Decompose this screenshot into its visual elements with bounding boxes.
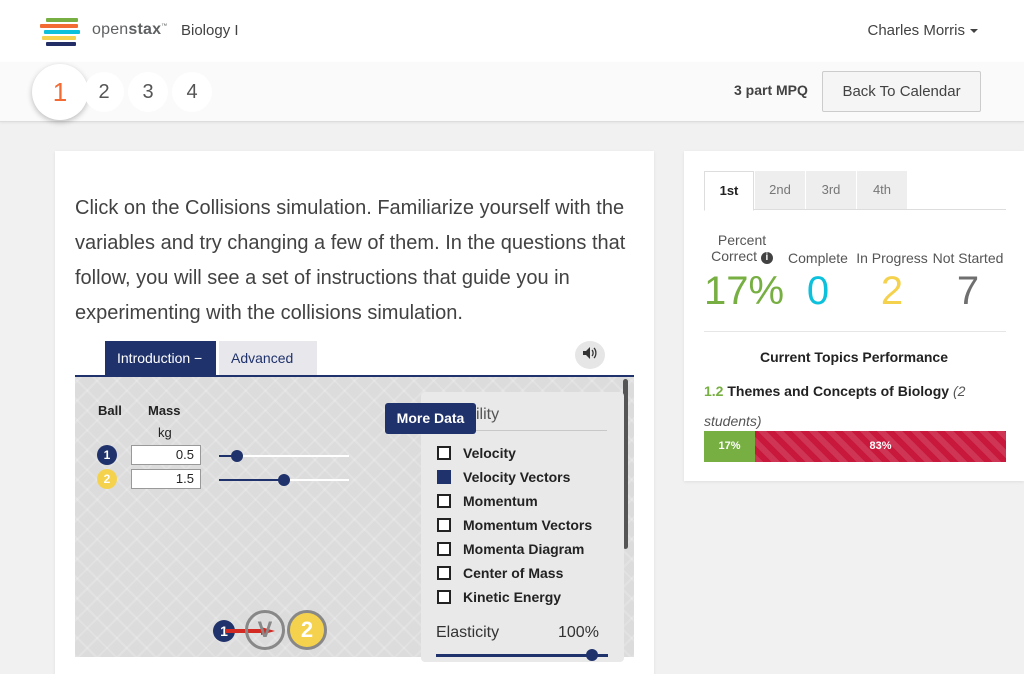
tab-period-3rd[interactable]: 3rd xyxy=(806,171,856,209)
tab-period-4th[interactable]: 4th xyxy=(857,171,907,209)
elasticity-slider[interactable] xyxy=(436,654,608,657)
ball-1-slider-knob[interactable] xyxy=(231,450,244,462)
class-stats-card: 1st 2nd 3rd 4th Percent Correct i 17% Co… xyxy=(684,151,1024,481)
stats-divider xyxy=(704,331,1006,332)
tab-advanced[interactable]: Advanced + xyxy=(219,341,317,400)
complete-label: Complete xyxy=(788,250,848,266)
info-icon[interactable]: i xyxy=(760,252,773,264)
books-logo-icon xyxy=(40,16,84,46)
checkbox-label-center-of-mass: Center of Mass xyxy=(463,565,564,581)
tab-introduction[interactable]: Introduction − xyxy=(105,341,216,375)
ball-column-header: Ball xyxy=(98,403,122,418)
checkbox-momentum[interactable] xyxy=(437,494,451,508)
ball-1-badge: 1 xyxy=(97,445,117,465)
topic-row: 1.2 Themes and Concepts of Biology (2 st… xyxy=(704,376,1004,436)
step-4-button[interactable]: 4 xyxy=(172,72,212,112)
velocity-v-badge: V xyxy=(245,610,285,650)
tab-period-2nd[interactable]: 2nd xyxy=(755,171,805,209)
not-started-label: Not Started xyxy=(932,250,1004,266)
ball-2-badge: 2 xyxy=(97,469,117,489)
simulation-canvas[interactable]: Ball Mass kg 1 0.5 2 1.5 ility Velocity V… xyxy=(75,377,634,662)
in-progress-label: In Progress xyxy=(856,250,928,266)
mass-unit-label: kg xyxy=(158,425,172,440)
elasticity-slider-knob[interactable] xyxy=(586,649,598,661)
topic-name: Themes and Concepts of Biology xyxy=(727,383,950,399)
ball-2-slider-knob[interactable] xyxy=(278,474,290,486)
step-3-button[interactable]: 3 xyxy=(128,72,168,112)
percent-correct-value: 17% xyxy=(703,269,785,313)
ball-1-mass-slider[interactable] xyxy=(219,450,349,462)
tab-period-1st[interactable]: 1st xyxy=(704,171,754,211)
elasticity-label: Elasticity xyxy=(436,624,500,641)
step-1-button[interactable]: 1 xyxy=(32,64,88,120)
percent-correct-label: Percent Correct i xyxy=(702,232,782,264)
caret-down-icon xyxy=(970,29,978,34)
speaker-icon[interactable] xyxy=(575,341,605,369)
ball-2-mass-input[interactable]: 1.5 xyxy=(131,469,201,489)
checkbox-kinetic-energy[interactable] xyxy=(437,590,451,604)
more-data-button[interactable]: More Data xyxy=(385,403,476,434)
ball-2-mass-slider[interactable] xyxy=(219,474,349,486)
complete-value: 0 xyxy=(806,269,830,313)
topic-performance-bar: 17% 83% xyxy=(704,431,1006,462)
user-menu[interactable]: Charles Morris xyxy=(867,22,978,39)
task-card: Click on the Collisions simulation. Fami… xyxy=(55,151,654,674)
openstax-logo[interactable]: openstax™ xyxy=(40,16,170,46)
mass-column-header: Mass xyxy=(148,403,181,418)
topic-number: 1.2 xyxy=(704,383,724,399)
checkbox-label-momenta-diagram: Momenta Diagram xyxy=(463,541,585,557)
panel-label: ility xyxy=(476,406,500,423)
course-title[interactable]: Biology I xyxy=(181,22,239,39)
period-tabs: 1st 2nd 3rd 4th xyxy=(704,171,1006,211)
task-subheader: 1 2 3 4 3 part MPQ Back To Calendar xyxy=(0,62,1024,122)
in-progress-value: 2 xyxy=(880,269,904,313)
user-name: Charles Morris xyxy=(867,22,965,39)
checkbox-label-momentum-vectors: Momentum Vectors xyxy=(463,517,593,533)
logo-text: openstax™ xyxy=(92,21,168,38)
checkbox-label-velocity-vectors: Velocity Vectors xyxy=(463,469,571,485)
back-to-calendar-button[interactable]: Back To Calendar xyxy=(822,71,981,112)
sim-tabs-bar: Introduction − Advanced + xyxy=(75,341,634,400)
checkbox-center-of-mass[interactable] xyxy=(437,566,451,580)
performance-incorrect-segment: 83% xyxy=(755,431,1006,462)
not-started-value: 7 xyxy=(956,269,980,313)
checkbox-velocity[interactable] xyxy=(437,446,451,460)
top-navbar: openstax™ Biology I Charles Morris xyxy=(0,0,1024,62)
elasticity-value: 100% xyxy=(558,624,599,641)
checkbox-label-momentum: Momentum xyxy=(463,493,538,509)
checkbox-momenta-diagram[interactable] xyxy=(437,542,451,556)
checkbox-momentum-vectors[interactable] xyxy=(437,518,451,532)
collisions-simulation[interactable]: Introduction − Advanced + Ball Mass kg 1… xyxy=(75,341,634,662)
ball-1-mass-input[interactable]: 0.5 xyxy=(131,445,201,465)
topics-performance-title: Current Topics Performance xyxy=(759,349,948,365)
question-text: Click on the Collisions simulation. Fami… xyxy=(75,197,626,324)
checkbox-label-kinetic-energy: Kinetic Energy xyxy=(463,589,562,605)
ball-2-slider-fill xyxy=(219,479,284,481)
checkbox-velocity-vectors[interactable] xyxy=(437,470,451,484)
checkbox-label-velocity: Velocity xyxy=(463,445,516,461)
mpq-label: 3 part MPQ xyxy=(734,82,808,98)
performance-correct-segment: 17% xyxy=(704,431,755,462)
ball-2-canvas[interactable]: 2 xyxy=(287,610,327,650)
step-2-button[interactable]: 2 xyxy=(84,72,124,112)
